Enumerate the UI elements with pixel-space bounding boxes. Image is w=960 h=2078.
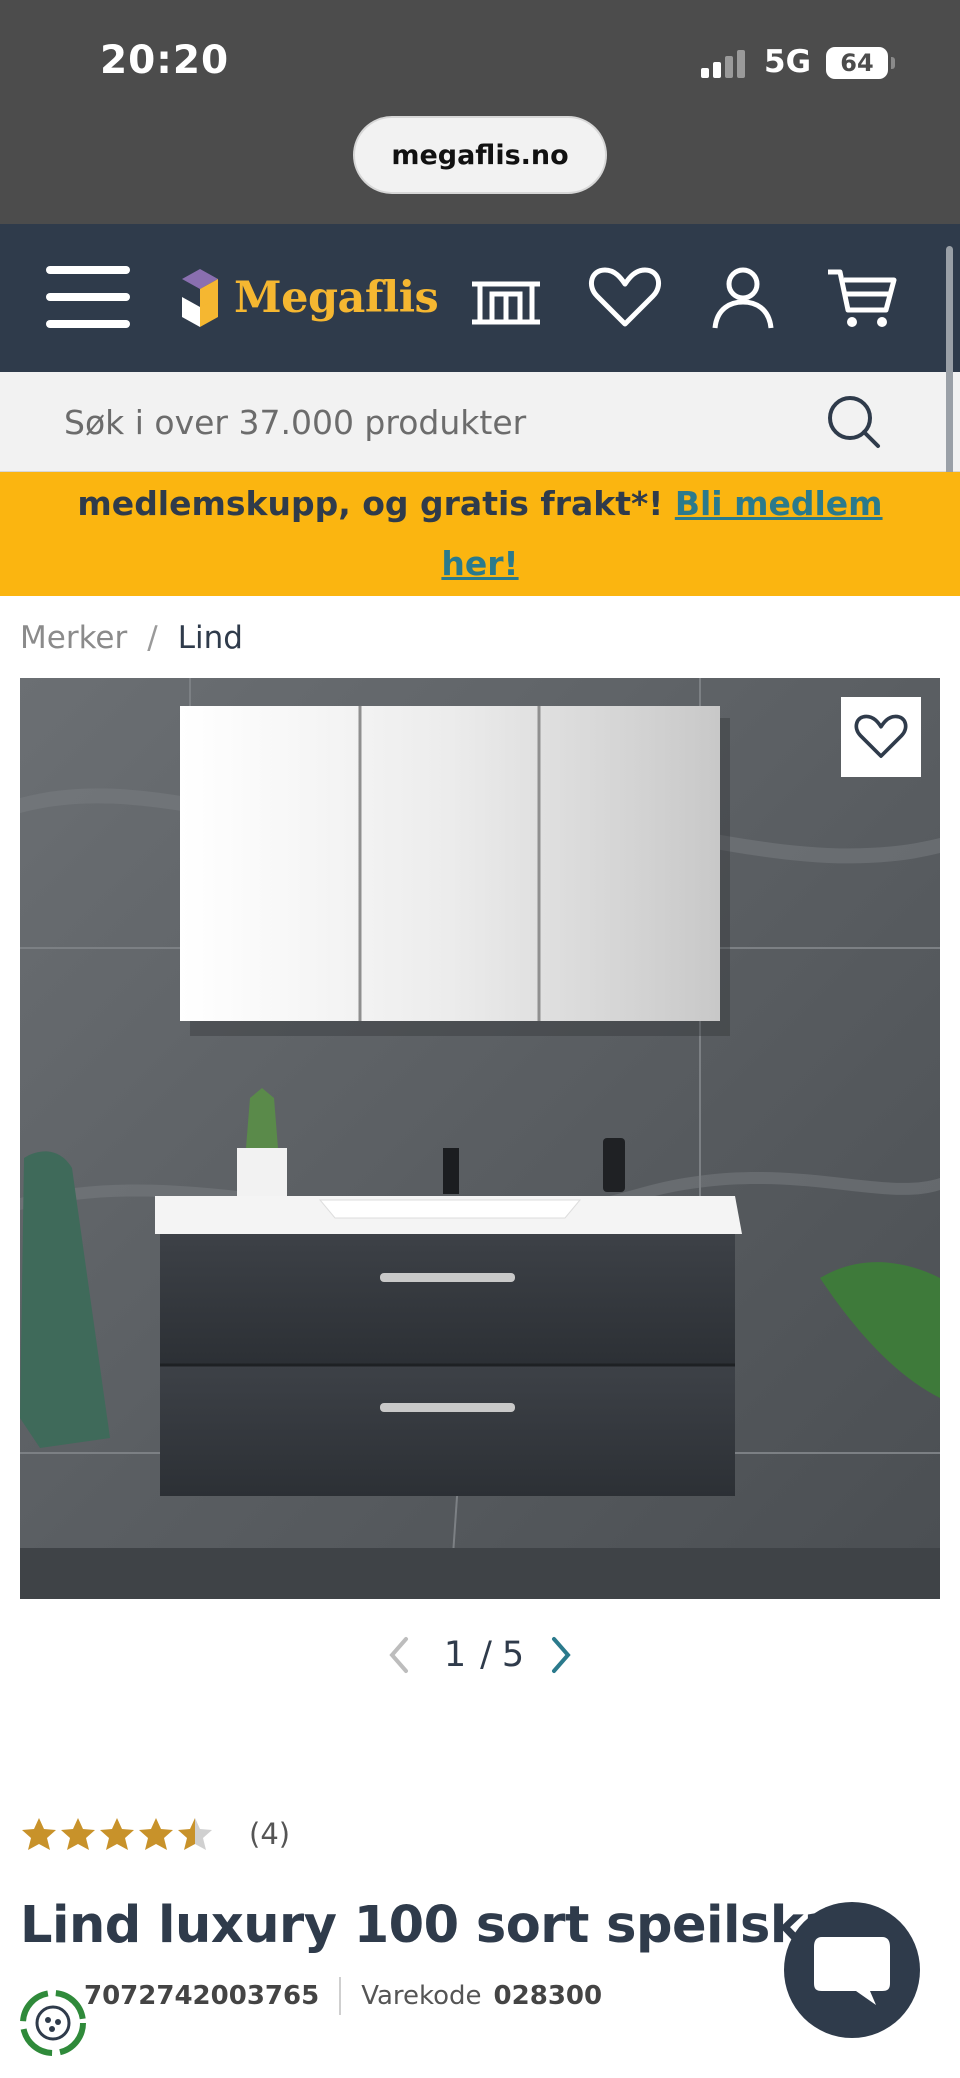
- cart-icon[interactable]: [824, 264, 900, 332]
- gallery-pager: 1 / 5: [380, 1630, 580, 1680]
- product-codes: 7072742003765 Varekode 028300: [84, 1974, 602, 2018]
- store-icon[interactable]: [468, 264, 544, 332]
- promo-banner: medlemskupp, og gratis frakt*! Bli medle…: [0, 472, 960, 596]
- search-input[interactable]: [64, 372, 824, 472]
- url-bar[interactable]: megaflis.no: [353, 116, 607, 194]
- eco-badge-icon[interactable]: [18, 1988, 88, 2058]
- battery-level: 64: [840, 49, 874, 77]
- divider: [339, 1977, 342, 2015]
- star-icon: [139, 1818, 173, 1850]
- browser-chrome: 20:20 5G 64 megaflis.no: [0, 0, 960, 224]
- breadcrumb-merker[interactable]: Merker: [20, 620, 127, 656]
- menu-icon[interactable]: [46, 266, 130, 328]
- promo-link[interactable]: Bli medlem: [675, 484, 883, 523]
- signal-icon: [701, 50, 751, 78]
- review-count[interactable]: (4): [249, 1817, 290, 1851]
- scrollbar[interactable]: [946, 246, 953, 496]
- search-bar: [0, 372, 960, 472]
- star-icon: [100, 1818, 134, 1850]
- logo[interactable]: Megaflis: [174, 262, 439, 334]
- url-text: megaflis.no: [391, 139, 569, 171]
- rating-stars: [20, 1816, 215, 1852]
- star-icon: [22, 1818, 56, 1850]
- breadcrumb-current: Lind: [177, 620, 243, 656]
- promo-text: medlemskupp, og gratis frakt*!: [77, 484, 675, 523]
- varekode-label: Varekode: [361, 1981, 482, 2011]
- chat-bubble-icon: [814, 1937, 890, 2005]
- network-label: 5G: [764, 44, 812, 80]
- ean-code: 7072742003765: [84, 1981, 320, 2011]
- product-image[interactable]: [20, 678, 940, 1599]
- gallery-total: 5: [501, 1635, 525, 1675]
- gallery-current: 1: [443, 1635, 467, 1675]
- battery-tip: [891, 57, 895, 69]
- promo-link-cont[interactable]: her!: [441, 544, 518, 583]
- logo-text: Megaflis: [234, 273, 439, 323]
- star-icon: [61, 1818, 95, 1850]
- heart-icon[interactable]: [587, 264, 663, 332]
- favorite-button[interactable]: [841, 697, 921, 777]
- rating[interactable]: (4): [20, 1814, 290, 1854]
- gallery-separator: /: [480, 1635, 492, 1675]
- chevron-left-icon[interactable]: [384, 1635, 414, 1675]
- star-icon: [178, 1818, 212, 1850]
- status-time: 20:20: [100, 38, 230, 83]
- battery-icon: 64: [826, 47, 888, 79]
- site-header: Megaflis: [0, 224, 960, 372]
- chevron-right-icon[interactable]: [546, 1635, 576, 1675]
- breadcrumb-separator: /: [147, 620, 158, 656]
- breadcrumb: Merker / Lind: [20, 618, 243, 658]
- product-photo-illustration: [20, 678, 940, 1599]
- chat-button[interactable]: [784, 1902, 920, 2038]
- heart-outline-icon: [854, 714, 908, 758]
- user-icon[interactable]: [705, 264, 781, 332]
- search-icon[interactable]: [826, 394, 882, 450]
- logo-mark-icon: [182, 269, 218, 327]
- varekode-value: 028300: [493, 1981, 603, 2011]
